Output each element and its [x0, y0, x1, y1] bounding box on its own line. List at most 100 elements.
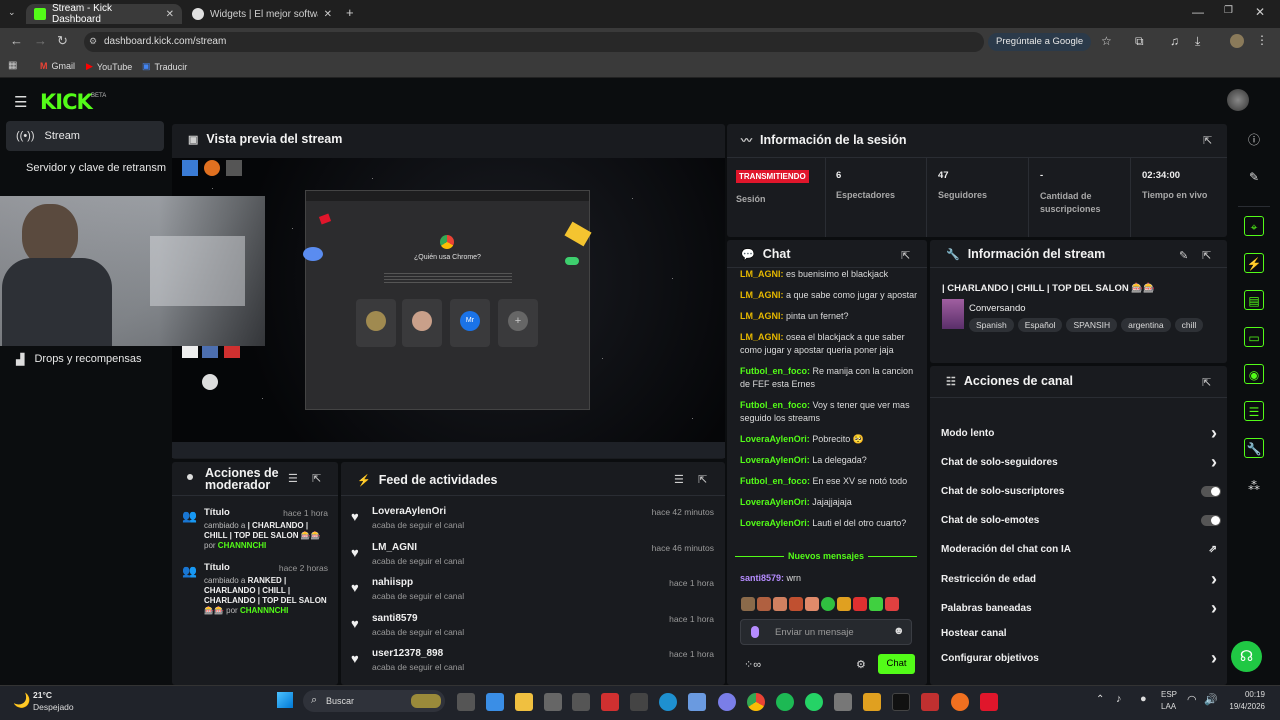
app-icon[interactable] [544, 693, 562, 711]
tiktok-icon[interactable] [892, 693, 910, 711]
media-icon[interactable]: ♫ [1170, 34, 1179, 48]
send-chat-button[interactable]: Chat [878, 654, 915, 674]
chat-username[interactable]: Futbol_en_foco: [740, 366, 810, 376]
layout-icon[interactable]: ☰ [1244, 401, 1264, 421]
tag[interactable]: chill [1174, 318, 1204, 332]
chat-input[interactable]: Enviar un mensaje ☻ [740, 619, 912, 645]
browser-menu-icon[interactable]: ⋮ [1256, 33, 1268, 47]
tab-kick-dashboard[interactable]: Stream - Kick Dashboard ✕ [26, 3, 182, 25]
feed-username[interactable]: LM_AGNI [372, 542, 417, 553]
app-icon[interactable] [688, 693, 706, 711]
hamburger-menu-icon[interactable]: ☰ [14, 93, 27, 111]
chat-username[interactable]: Futbol_en_foco: [740, 476, 810, 486]
filter-icon[interactable]: ☰ [674, 473, 684, 486]
chat-username[interactable]: LoveraAylenOri: [740, 518, 810, 528]
chat-tools-icon[interactable]: ⁘∞ [744, 658, 761, 671]
volume-tray-icon[interactable]: ♪ [1116, 693, 1122, 705]
channel-action-row[interactable]: Modo lento › [941, 423, 1221, 443]
chevron-right-icon[interactable]: › [1211, 648, 1217, 669]
speaker-icon[interactable]: 🔊 [1204, 693, 1218, 706]
info-icon[interactable]: ⓘ [1244, 130, 1264, 150]
emote-icon[interactable] [821, 597, 835, 611]
chat-username[interactable]: LoveraAylenOri: [740, 497, 810, 507]
url-field[interactable]: dashboard.kick.com/stream [84, 32, 984, 52]
tag[interactable]: Spanish [969, 318, 1014, 332]
popout-icon[interactable]: ⇱ [698, 473, 707, 486]
sidebar-item-stream[interactable]: ((•)) Stream [6, 121, 164, 151]
emote-icon[interactable] [773, 597, 787, 611]
mod-by-user[interactable]: CHANNNCHI [218, 541, 266, 550]
category-thumbnail[interactable] [942, 299, 964, 329]
chat-username[interactable]: LoveraAylenOri: [740, 455, 810, 465]
channel-action-row[interactable]: Palabras baneadas › [941, 598, 1221, 618]
bookmark-star-icon[interactable]: ☆ [1101, 34, 1112, 48]
app-icon[interactable] [834, 693, 852, 711]
app-icon[interactable] [980, 693, 998, 711]
emote-icon[interactable] [837, 597, 851, 611]
profile-icon[interactable] [1230, 34, 1244, 48]
taskbar-search[interactable]: ⌕ Buscar [303, 690, 445, 712]
app-icon[interactable] [863, 693, 881, 711]
spotify-icon[interactable] [776, 693, 794, 711]
chat-username[interactable]: LM_AGNI: [740, 269, 784, 279]
task-view-icon[interactable] [457, 693, 475, 711]
chat-username[interactable]: LM_AGNI: [740, 332, 784, 342]
maximize-icon[interactable]: ❐ [1224, 5, 1233, 16]
clock-time[interactable]: 00:19 [1227, 690, 1265, 699]
network-icon[interactable]: ◠ [1187, 693, 1197, 706]
clock-date[interactable]: 19/4/2026 [1221, 702, 1265, 711]
apps-grid-icon[interactable]: ▦ [8, 60, 17, 71]
feed-username[interactable]: LoveraAylenOri [372, 506, 446, 517]
bookmark-traducir[interactable]: ▣ Traducir [142, 61, 187, 72]
add-widget-icon[interactable]: ⁂ [1244, 476, 1264, 496]
toggle-switch[interactable] [1201, 514, 1221, 526]
chat-username[interactable]: LM_AGNI: [740, 311, 784, 321]
tools-icon[interactable]: 🔧 [1244, 438, 1264, 458]
filter-icon[interactable]: ☰ [288, 472, 298, 485]
chevron-right-icon[interactable]: › [1211, 423, 1217, 444]
chevron-right-icon[interactable]: › [1211, 569, 1217, 590]
camera-toggle-icon[interactable]: ⌖ [1244, 216, 1264, 236]
external-link-icon[interactable]: ⇗ [1209, 544, 1217, 555]
site-info-icon[interactable]: ⚙ [89, 36, 97, 47]
close-tab-icon[interactable]: ✕ [324, 9, 332, 20]
emote-icon[interactable] [741, 597, 755, 611]
quick-actions-icon[interactable]: ⚡ [1244, 253, 1264, 273]
tab-widgets[interactable]: Widgets | El mejor software par ✕ [184, 4, 340, 24]
channel-action-row[interactable]: Chat de solo-emotes [941, 510, 1221, 530]
sidebar-item-drops[interactable]: ▟ Drops y recompensas [6, 344, 164, 374]
support-headset-button[interactable]: ☊ [1231, 641, 1262, 672]
extensions-icon[interactable]: ⧉ [1135, 34, 1144, 49]
emoji-icon[interactable]: ☻ [893, 625, 905, 637]
emote-icon[interactable] [789, 597, 803, 611]
chat-username[interactable]: santi8579: [740, 573, 784, 583]
bookmark-youtube[interactable]: ▶ YouTube [86, 61, 132, 72]
window-close-icon[interactable]: ✕ [1255, 5, 1265, 19]
channel-action-row[interactable]: Chat de solo-suscriptores [941, 481, 1221, 501]
ask-google-button[interactable]: Pregúntale a Google [988, 33, 1092, 51]
category-name[interactable]: Conversando [969, 303, 1026, 314]
reload-icon[interactable]: ↻ [57, 33, 68, 49]
tab-list-icon[interactable]: ⌄ [8, 7, 16, 18]
popout-icon[interactable]: ⇱ [1203, 134, 1212, 147]
windows-start-icon[interactable] [277, 692, 293, 708]
mic-tray-icon[interactable]: ● [1140, 693, 1147, 705]
chat-username[interactable]: LoveraAylenOri: [740, 434, 810, 444]
weather-icon[interactable]: 🌙 [13, 692, 30, 709]
emote-icon[interactable] [853, 597, 867, 611]
back-icon[interactable]: ← [10, 33, 23, 48]
whatsapp-icon[interactable] [805, 693, 823, 711]
emote-icon[interactable] [805, 597, 819, 611]
chat-username[interactable]: Futbol_en_foco: [740, 400, 810, 410]
feed-username[interactable]: santi8579 [372, 613, 418, 624]
tag[interactable]: argentina [1121, 318, 1171, 332]
sidebar-item-server-key[interactable]: Servidor y clave de retransm [16, 153, 176, 183]
emote-icon[interactable] [869, 597, 883, 611]
app-icon[interactable] [601, 693, 619, 711]
channel-action-row[interactable]: Configurar objetivos › [941, 648, 1221, 668]
tray-expand-icon[interactable]: ⌃ [1096, 694, 1104, 705]
chat-settings-icon[interactable]: ⚙ [856, 658, 866, 671]
app-icon[interactable] [572, 693, 590, 711]
chevron-right-icon[interactable]: › [1211, 452, 1217, 473]
file-explorer-icon[interactable] [515, 693, 533, 711]
